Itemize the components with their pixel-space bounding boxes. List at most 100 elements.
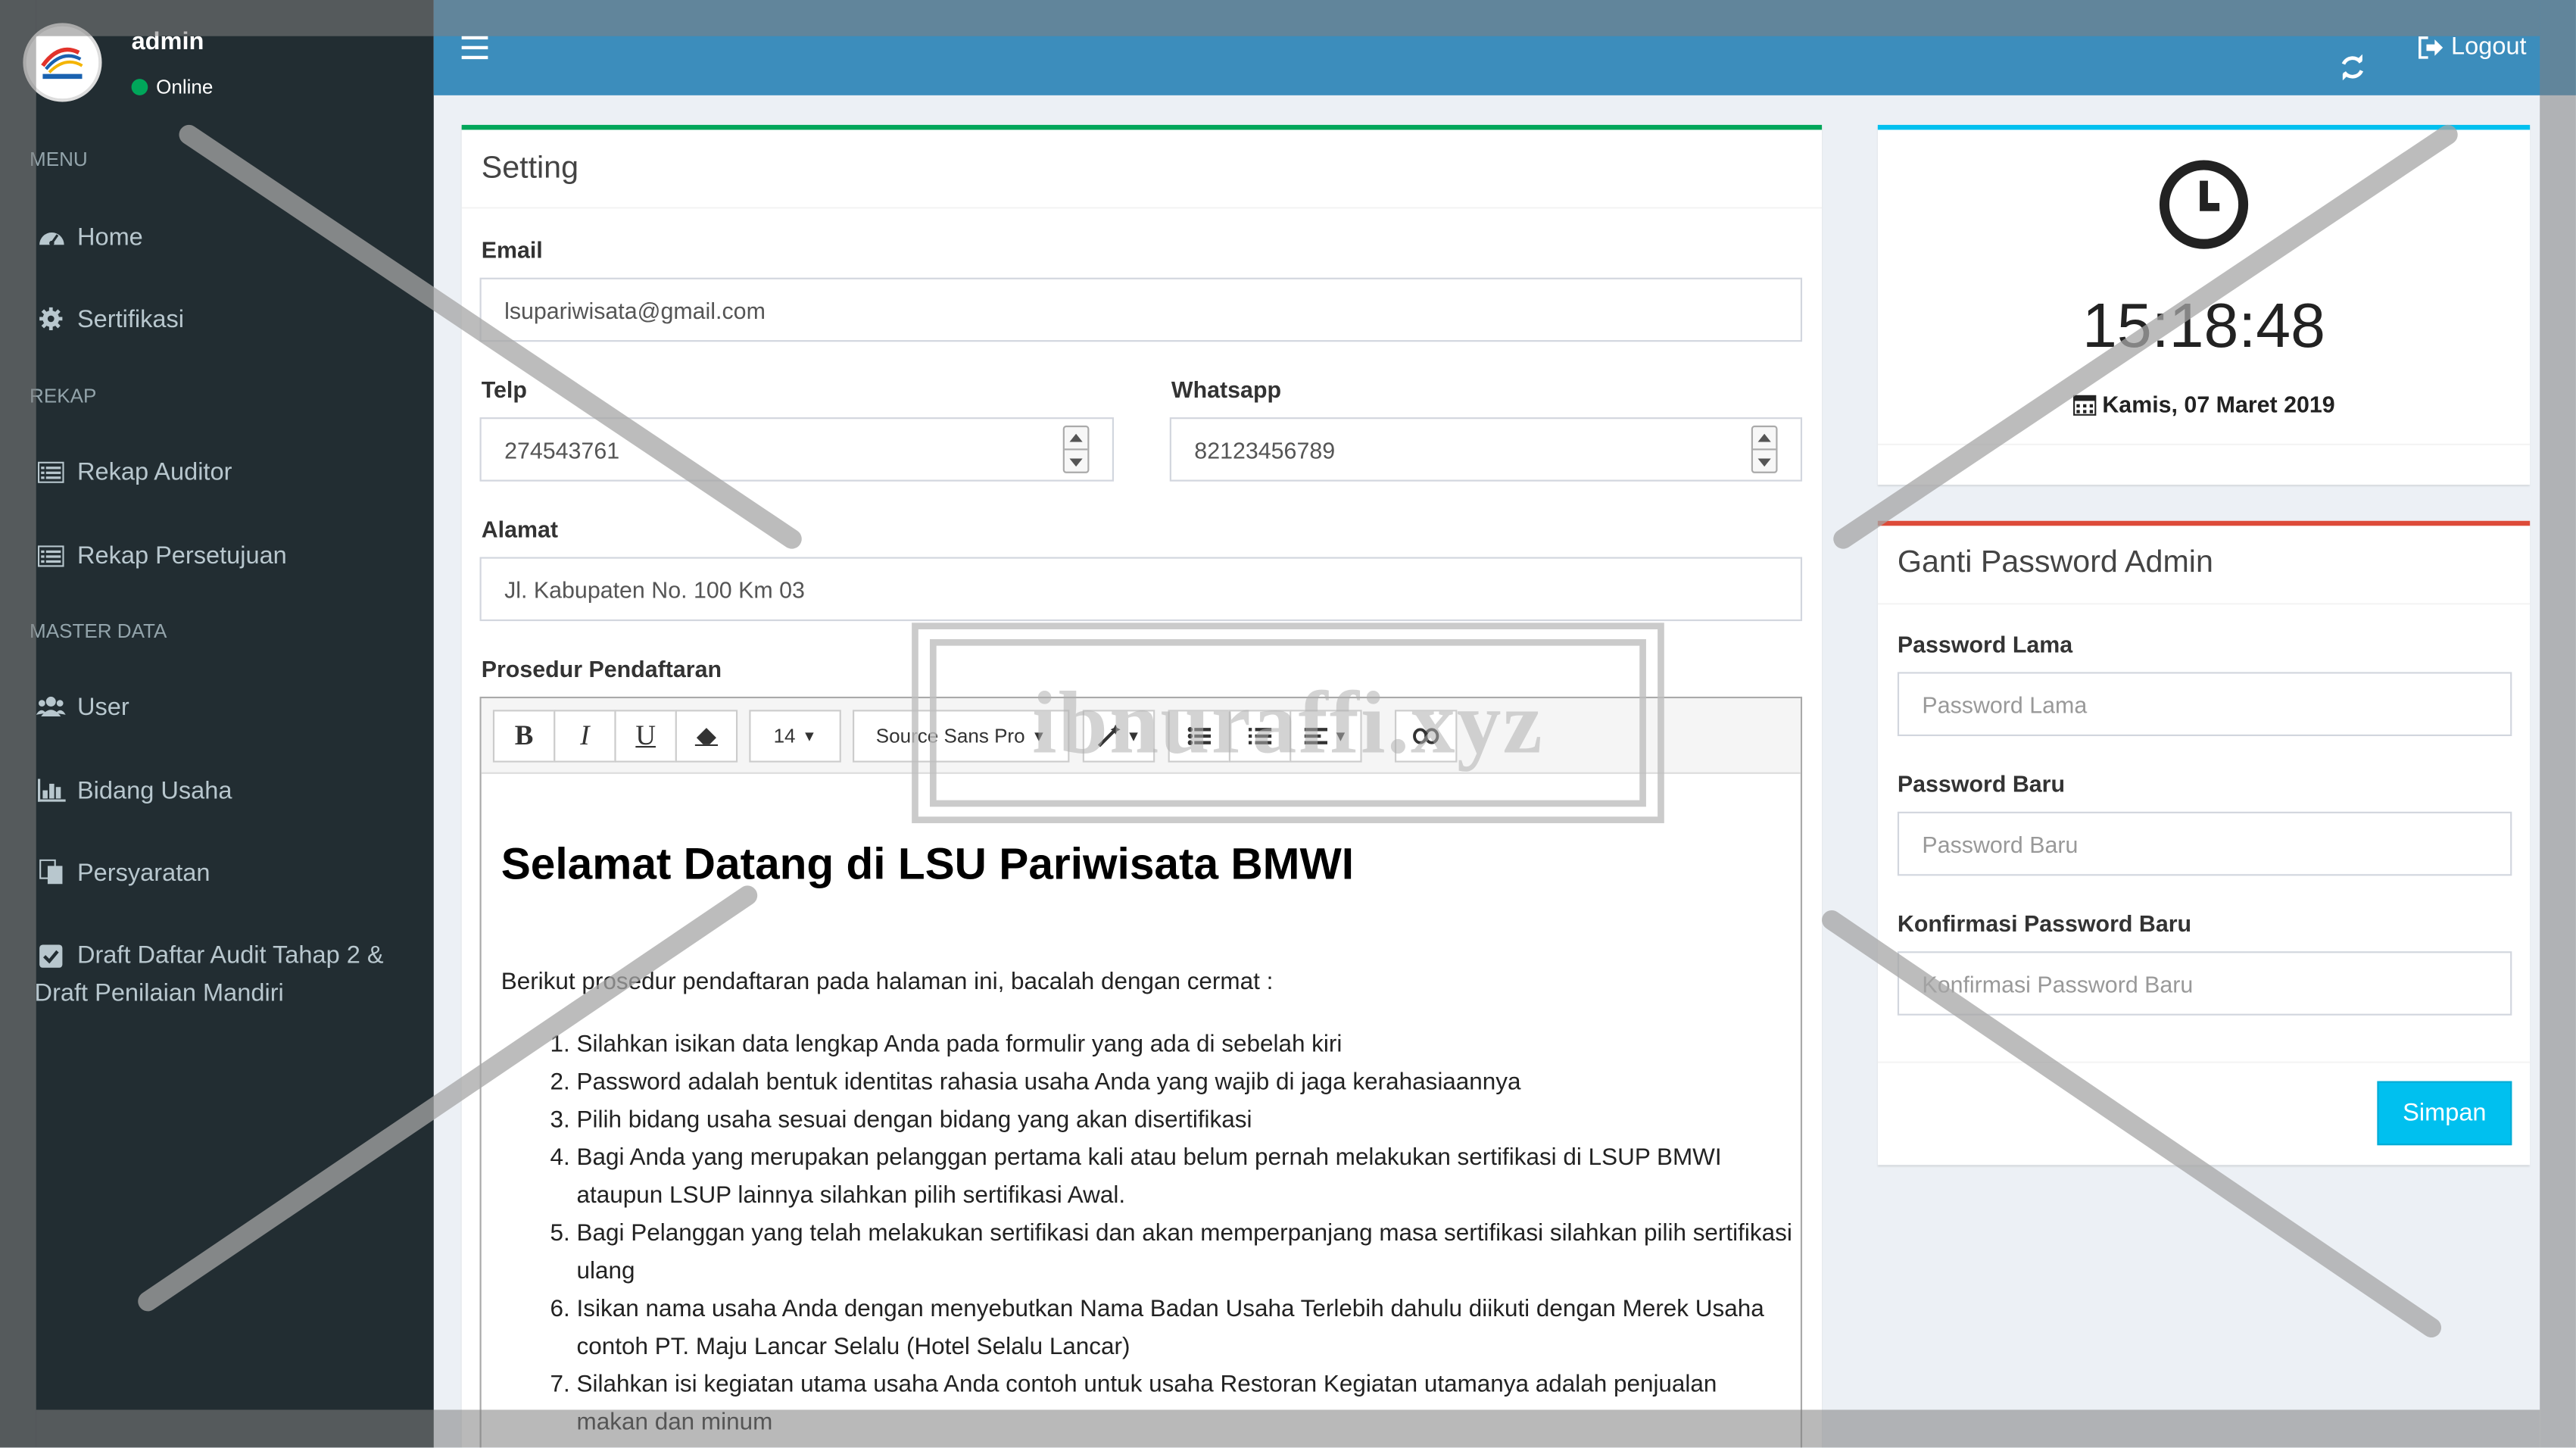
- sign-out-icon: [2419, 36, 2443, 58]
- refresh-icon[interactable]: [2340, 36, 2366, 81]
- caret-down-icon: ▼: [802, 728, 817, 744]
- sidebar-item-home[interactable]: Home: [0, 204, 434, 270]
- sidebar-item-label: Rekap Persetujuan: [76, 541, 287, 570]
- confirm-password-label: Konfirmasi Password Baru: [1897, 910, 2192, 937]
- user-name: admin: [131, 27, 204, 56]
- sidebar-item-rekap-persetujuan[interactable]: Rekap Persetujuan: [0, 523, 434, 588]
- clock-time: 15:18:48: [2082, 292, 2325, 362]
- dashboard-icon: [35, 223, 67, 250]
- sidebar-item-label-line2: Draft Penilaian Mandiri: [34, 979, 284, 1007]
- check-square-icon: [35, 942, 67, 969]
- copy-icon: [35, 859, 67, 886]
- stepper-down-icon[interactable]: [1065, 450, 1087, 473]
- bold-button[interactable]: B: [492, 710, 556, 763]
- topbar: Logout: [433, 0, 2576, 95]
- password-title: Ganti Password Admin: [1897, 545, 2213, 580]
- sidebar-item-rekap-auditor[interactable]: Rekap Auditor: [0, 438, 434, 504]
- save-button[interactable]: Simpan: [2377, 1081, 2512, 1146]
- color-button[interactable]: ▼: [1082, 710, 1155, 763]
- whatsapp-input[interactable]: [1194, 419, 1801, 480]
- editor-intro: Berikut prosedur pendaftaran pada halama…: [501, 969, 1274, 996]
- stepper-up-icon[interactable]: [1064, 427, 1088, 451]
- new-password-input[interactable]: [1922, 813, 2511, 875]
- user-status-text: Online: [156, 75, 214, 99]
- font-family-dropdown[interactable]: Source Sans Pro ▼: [853, 710, 1070, 763]
- link-button[interactable]: [1394, 710, 1458, 763]
- menu-header-rekap: REKAP: [30, 384, 97, 408]
- hamburger-icon[interactable]: [461, 36, 488, 60]
- stepper-down-icon[interactable]: [1753, 450, 1776, 473]
- old-password-input[interactable]: [1922, 673, 2511, 735]
- procedure-list: Silahkan isikan data lengkap Anda pada f…: [577, 1027, 1793, 1443]
- chart-icon: [35, 777, 67, 804]
- new-password-field[interactable]: [1897, 811, 2512, 876]
- clock-date-text: Kamis, 07 Maret 2019: [2102, 391, 2335, 418]
- email-label: Email: [481, 236, 543, 264]
- online-dot-icon: [131, 79, 148, 95]
- magic-icon: [1096, 724, 1120, 747]
- alamat-label: Alamat: [481, 516, 558, 542]
- confirm-password-input[interactable]: [1922, 953, 2511, 1014]
- list-icon: [35, 542, 67, 569]
- calendar-icon: [2072, 395, 2096, 416]
- sidebar-item-user[interactable]: User: [0, 674, 434, 740]
- logout-button[interactable]: Logout: [2419, 33, 2527, 61]
- list-ol-icon: [1248, 728, 1272, 744]
- editor-toolbar: B I U 14 ▼ Source Sans Pro ▼ ▼ ▼: [481, 698, 1801, 774]
- sidebar: admin Online MENU Home Sertifikasi REKAP: [0, 0, 434, 1448]
- screen-root: admin Online MENU Home Sertifikasi REKAP: [0, 0, 2576, 1448]
- list-item: Pilih bidang usaha sesuai dengan bidang …: [577, 1103, 1793, 1141]
- email-field[interactable]: [479, 277, 1803, 342]
- user-status: Online: [131, 75, 214, 99]
- link-icon: [1413, 728, 1439, 744]
- eraser-button[interactable]: [675, 710, 738, 763]
- old-password-label: Password Lama: [1897, 631, 2073, 657]
- old-password-field[interactable]: [1897, 672, 2512, 736]
- sidebar-item-sertifikasi[interactable]: Sertifikasi: [0, 286, 434, 352]
- email-input[interactable]: [504, 279, 1801, 341]
- unordered-list-button[interactable]: [1168, 710, 1231, 763]
- list-item: Isikan nama usaha Anda dengan menyebutka…: [577, 1291, 1793, 1367]
- sidebar-item-label: Bidang Usaha: [76, 776, 232, 805]
- sidebar-item-persyaratan[interactable]: Persyaratan: [0, 840, 434, 906]
- paragraph-align-button[interactable]: ▼: [1290, 710, 1362, 763]
- caret-down-icon: ▼: [1333, 728, 1349, 744]
- clock-date: Kamis, 07 Maret 2019: [1878, 391, 2530, 417]
- alamat-field[interactable]: [479, 557, 1803, 622]
- password-divider-top: [1877, 603, 2531, 605]
- telp-stepper[interactable]: [1062, 425, 1090, 473]
- users-icon: [35, 694, 67, 720]
- list-item: Bagi Anda yang merupakan pelanggan perta…: [577, 1141, 1793, 1216]
- list-item: Silahkan isikan data lengkap Anda pada f…: [577, 1027, 1793, 1065]
- sidebar-item-label: Sertifikasi: [76, 304, 185, 333]
- alamat-input[interactable]: [504, 558, 1801, 619]
- sidebar-item-label: Draft Daftar Audit Tahap 2 &: [76, 941, 384, 970]
- underline-button[interactable]: U: [614, 710, 677, 763]
- sidebar-item-label: Home: [76, 222, 143, 251]
- italic-button[interactable]: I: [554, 710, 616, 763]
- editor-heading: Selamat Datang di LSU Pariwisata BMWI: [501, 839, 1355, 889]
- sidebar-item-draft-audit[interactable]: Draft Daftar Audit Tahap 2 & Draft Penil…: [0, 937, 434, 1019]
- whatsapp-stepper[interactable]: [1751, 425, 1778, 473]
- stepper-up-icon[interactable]: [1752, 427, 1776, 451]
- sidebar-item-bidang-usaha[interactable]: Bidang Usaha: [0, 757, 434, 823]
- font-family-value: Source Sans Pro: [875, 724, 1025, 748]
- caret-down-icon: ▼: [1126, 728, 1141, 744]
- whatsapp-field[interactable]: [1169, 417, 1803, 482]
- sidebar-item-label: User: [76, 692, 129, 721]
- telp-field[interactable]: [479, 417, 1114, 482]
- rich-text-editor[interactable]: B I U 14 ▼ Source Sans Pro ▼ ▼ ▼ Selamat…: [479, 696, 1803, 1448]
- telp-input[interactable]: [504, 419, 1112, 480]
- ordered-list-button[interactable]: [1228, 710, 1292, 763]
- clock-divider: [1877, 443, 2531, 445]
- sidebar-item-label: Rekap Auditor: [76, 457, 232, 486]
- list-icon: [35, 458, 67, 485]
- setting-title: Setting: [481, 151, 579, 186]
- align-left-icon: [1303, 728, 1327, 744]
- clock-icon: [2159, 160, 2249, 249]
- confirm-password-field[interactable]: [1897, 951, 2512, 1016]
- password-divider-bottom: [1877, 1061, 2531, 1063]
- prosedur-label: Prosedur Pendaftaran: [481, 655, 722, 682]
- setting-divider: [461, 207, 1823, 209]
- font-size-dropdown[interactable]: 14 ▼: [749, 710, 841, 763]
